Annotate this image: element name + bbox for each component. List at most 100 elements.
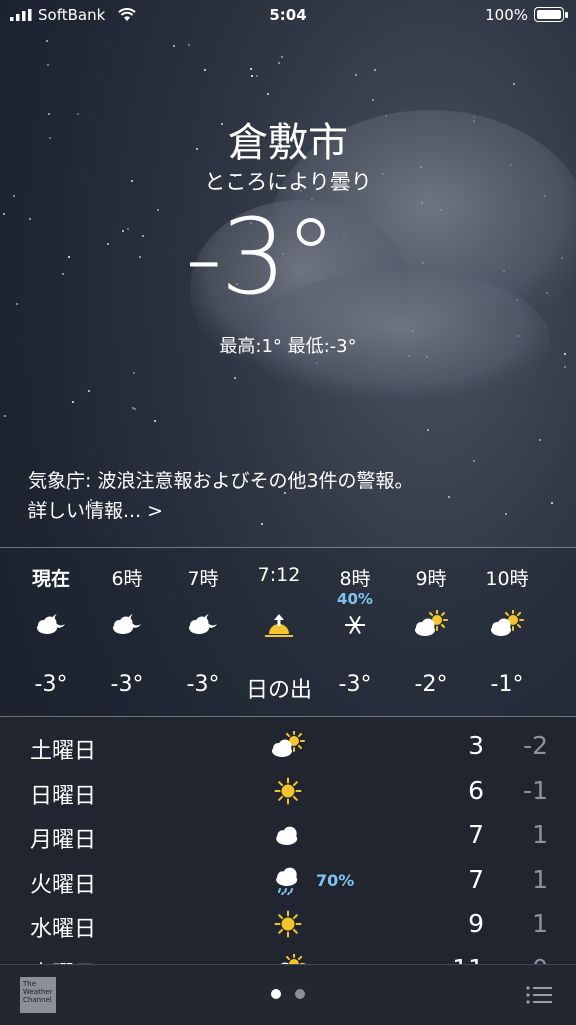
star: [473, 460, 475, 462]
star: [251, 75, 253, 77]
star: [546, 292, 548, 294]
star: [256, 75, 258, 77]
day-name: 土曜日: [30, 739, 97, 764]
day-row: 日曜日 6 -1: [0, 768, 576, 812]
low-temperature: 0: [532, 954, 548, 965]
star: [16, 303, 18, 305]
star: [427, 429, 429, 431]
battery-percentage: 100%: [485, 6, 528, 24]
star: [4, 415, 6, 417]
star: [561, 257, 563, 259]
precip-probability: 40%: [337, 590, 373, 608]
moon-cloud-icon: [113, 614, 141, 634]
star: [88, 390, 90, 392]
star: [234, 377, 236, 379]
hour-temperature: -3°: [34, 672, 68, 697]
status-bar: SoftBank 5:04 100%: [0, 0, 576, 30]
low-temperature: -2: [523, 731, 548, 760]
star: [551, 502, 553, 504]
high-temperature: 7: [468, 820, 484, 849]
low-temperature: 1: [532, 820, 548, 849]
star: [316, 362, 318, 364]
snowflake-icon: [345, 615, 365, 635]
star: [372, 99, 374, 101]
precip-probability: 70%: [316, 870, 355, 890]
high-temperature: 9: [468, 909, 484, 938]
star: [267, 93, 269, 95]
star: [343, 234, 345, 236]
star: [564, 366, 566, 368]
page-dot[interactable]: [295, 989, 305, 999]
weather-alert[interactable]: 気象庁: 波浪注意報およびその他3件の警報。 詳しい情報... >: [28, 466, 414, 526]
alert-more-link[interactable]: 詳しい情報... >: [28, 496, 414, 526]
hour-temperature: 日の出: [245, 678, 312, 703]
day-name: 木曜日: [30, 956, 96, 965]
star: [3, 213, 5, 215]
hour-temperature: -1°: [490, 672, 524, 697]
high-temperature: 11: [452, 954, 484, 965]
weather-channel-logo[interactable]: The Weather Channel: [20, 977, 56, 1013]
low-temperature: 1: [532, 864, 548, 894]
day-row: 木曜日 11 0: [0, 946, 576, 965]
daily-forecast[interactable]: 土曜日 3 -2 日曜日 6 -1 月曜日 7 1 火曜日 70% 7 1 水曜日 9 1 木曜日 11 0: [0, 717, 576, 964]
city-list-icon[interactable]: [526, 985, 552, 1005]
alert-text: 気象庁: 波浪注意報およびその他3件の警報。: [28, 470, 414, 492]
star: [374, 69, 376, 71]
rain-cloud-icon: [276, 867, 298, 895]
battery-icon: [534, 7, 568, 22]
star: [62, 273, 64, 275]
day-row: 水曜日 9 1: [0, 901, 576, 945]
hour-label: 6時: [111, 568, 143, 590]
bottom-toolbar: The Weather Channel: [0, 964, 576, 1025]
star: [127, 228, 129, 230]
star: [134, 408, 136, 410]
star: [133, 372, 135, 374]
day-name: 日曜日: [30, 783, 97, 809]
star: [448, 496, 450, 498]
hour-temperature: -3°: [338, 672, 372, 697]
sun-cloud-icon: [280, 953, 305, 964]
star: [139, 256, 141, 258]
hour-label: 7時: [187, 568, 219, 590]
star: [29, 218, 31, 220]
star: [132, 407, 134, 409]
hour-label: 8時: [339, 568, 371, 590]
hour-temperature: -2°: [414, 672, 448, 697]
star: [68, 256, 70, 258]
hour-temperature: -3°: [110, 672, 144, 697]
day-name: 月曜日: [30, 828, 97, 853]
sun-cloud-icon: [272, 731, 305, 757]
star: [107, 243, 109, 245]
star: [278, 62, 280, 64]
high-low-temperature: 最高:1° 最低:-3°: [219, 336, 357, 357]
day-row: 土曜日 3 -2: [0, 723, 576, 767]
high-temperature: 7: [468, 864, 484, 894]
moon-cloud-icon: [37, 614, 65, 634]
star: [539, 439, 541, 441]
star: [421, 202, 423, 204]
sun-cloud-icon: [491, 610, 524, 636]
star: [173, 45, 175, 47]
star: [142, 235, 144, 237]
star: [440, 209, 442, 211]
star: [513, 83, 515, 85]
sun-cloud-icon: [415, 610, 448, 636]
day-row: 火曜日 70% 7 1: [0, 857, 576, 901]
hour-label: 7:12: [257, 564, 301, 586]
day-name: 火曜日: [30, 872, 97, 898]
star: [250, 68, 252, 70]
current-temperature: -3°: [185, 196, 337, 318]
page-dot-active[interactable]: [271, 989, 281, 999]
star: [422, 262, 424, 264]
cloud-icon: [276, 826, 298, 845]
star: [188, 44, 190, 46]
hourly-forecast[interactable]: 現在 -3° 6時 -3° 7時 -3° 7:12 日の出 8時 40% -3° 9時 -2°…: [0, 548, 576, 716]
star: [157, 209, 159, 211]
star: [46, 40, 48, 42]
star: [505, 513, 507, 515]
hour-temperature: -3°: [186, 672, 220, 697]
star: [72, 401, 74, 403]
sun-icon: [274, 777, 302, 804]
moon-cloud-icon: [189, 614, 217, 634]
day-name: 水曜日: [30, 917, 97, 942]
